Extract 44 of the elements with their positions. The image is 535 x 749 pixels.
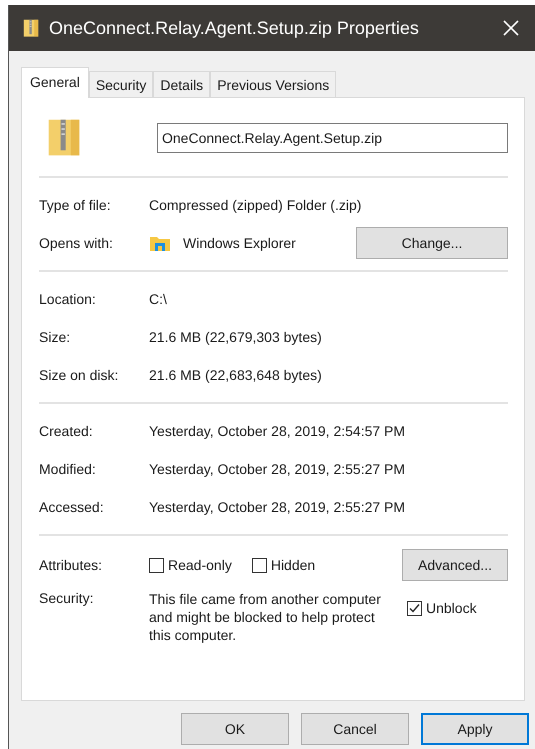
- checkbox-box[interactable]: [407, 600, 422, 616]
- window-title: OneConnect.Relay.Agent.Setup.zip Properties: [49, 18, 420, 38]
- property-value: Compressed (zipped) Folder (.zip): [149, 197, 362, 213]
- property-value: Yesterday, October 28, 2019, 2:55:27 PM: [149, 461, 406, 477]
- close-icon: [503, 20, 519, 36]
- tab[interactable]: Previous Versions: [210, 71, 336, 97]
- dialog-button[interactable]: Cancel: [301, 713, 409, 745]
- property-label: Created:: [39, 423, 94, 439]
- property-label: Size on disk:: [39, 367, 120, 383]
- check-icon: [409, 602, 420, 614]
- tab[interactable]: General: [21, 67, 89, 98]
- property-value: Yesterday, October 28, 2019, 2:54:57 PM: [149, 423, 406, 439]
- dialog-button[interactable]: Apply: [421, 713, 529, 745]
- property-label: Opens with:: [39, 235, 114, 251]
- checkbox-box[interactable]: [149, 558, 164, 572]
- folder-icon: [149, 234, 171, 252]
- tab[interactable]: Security: [88, 71, 154, 97]
- property-value: 21.6 MB (22,679,303 bytes): [149, 329, 322, 345]
- zip-folder-icon: [23, 18, 39, 38]
- checkbox[interactable]: Read-only: [149, 557, 232, 573]
- checkbox-label: Hidden: [270, 557, 316, 573]
- zip-folder-icon: [47, 118, 81, 158]
- checkbox[interactable]: Hidden: [252, 557, 316, 573]
- checkbox[interactable]: Unblock: [407, 600, 477, 616]
- property-value: Windows Explorer: [183, 235, 297, 251]
- property-label: Size:: [39, 329, 72, 345]
- file-name-field[interactable]: OneConnect.Relay.Agent.Setup.zip: [157, 123, 508, 153]
- property-label: Location:: [39, 291, 97, 307]
- property-label: Attributes:: [39, 557, 104, 573]
- checkbox-box[interactable]: [252, 558, 267, 572]
- checkbox-label: Read-only: [168, 557, 232, 573]
- security-message: This file came from another computer and might be blocked to help protect this computer.: [149, 590, 382, 644]
- property-label: Modified:: [39, 461, 97, 477]
- checkbox-label: Unblock: [426, 600, 477, 616]
- property-value: Yesterday, October 28, 2019, 2:55:27 PM: [149, 499, 406, 515]
- property-value: C:\: [149, 291, 167, 307]
- property-value: 21.6 MB (22,683,648 bytes): [149, 367, 322, 383]
- tab[interactable]: Details: [153, 71, 210, 97]
- property-label: Security:: [39, 590, 94, 606]
- change-button[interactable]: Change...: [356, 227, 508, 259]
- dialog-button[interactable]: OK: [181, 713, 289, 745]
- advanced-button[interactable]: Advanced...: [402, 549, 508, 581]
- property-label: Accessed:: [39, 499, 105, 515]
- property-label: Type of file:: [39, 197, 112, 213]
